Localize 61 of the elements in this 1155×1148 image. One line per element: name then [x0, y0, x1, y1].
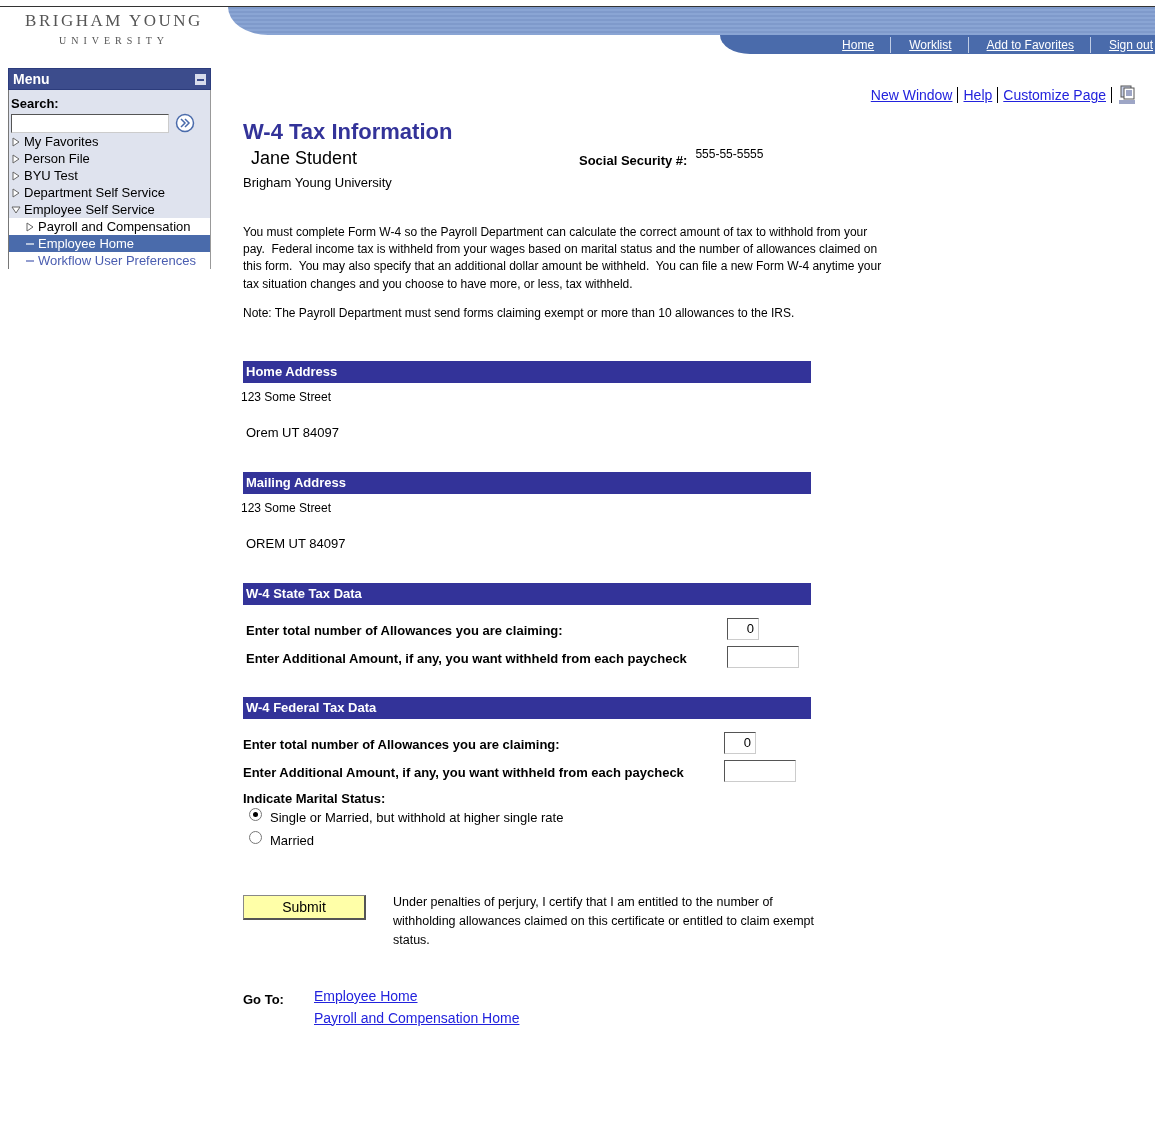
university-logo: BRIGHAM YOUNG UNIVERSITY: [24, 10, 204, 48]
submit-button[interactable]: Submit: [243, 894, 366, 920]
input-field[interactable]: 0: [724, 731, 756, 754]
field-label: Indicate Marital Status:: [243, 790, 387, 806]
section-header: Mailing Address: [243, 471, 811, 494]
radio-label: Married: [270, 832, 315, 848]
menu-item[interactable]: BYU Test: [9, 167, 210, 184]
menu-item[interactable]: Department Self Service: [9, 184, 210, 201]
menu-item[interactable]: Employee Home: [9, 235, 210, 252]
intro-paragraph: You must complete Form W-4 so the Payroll Department can calculate the correct amount of tax to withhold from your pay. Federal income tax is withheld from your wages based on marital status and the number of allowances claimed on this form. You may also specify that an additional dollar amount be withheld. You can file a new Form W-4 anytime your tax situation changes and you choose to have more, or less, tax withheld.: [243, 224, 883, 293]
address-line: Orem UT 84097: [246, 424, 340, 440]
page-link[interactable]: Customize Page: [1003, 87, 1106, 103]
section-header: Home Address: [243, 360, 811, 383]
goto-label: Go To:: [243, 990, 285, 1009]
ssn-value: 555-55-5555: [695, 147, 764, 161]
nav-link[interactable]: Add to Favorites: [967, 36, 1076, 53]
triangle-right-icon[interactable]: [11, 136, 21, 147]
nav-link[interactable]: Sign out: [1089, 36, 1155, 53]
menu-item[interactable]: Employee Self Service: [9, 201, 210, 218]
search-label: Search:: [10, 95, 60, 113]
search-field[interactable]: [11, 113, 169, 133]
triangle-right-icon[interactable]: [11, 170, 21, 181]
page-link[interactable]: New Window: [870, 87, 953, 103]
collapse-icon[interactable]: [195, 73, 206, 85]
note-paragraph: Note: The Payroll Department must send forms claiming exempt or more than 10 allowances to the IRS.: [243, 304, 796, 322]
employee-name: Jane Student: [250, 147, 359, 169]
radio-label: Single or Married, but withhold at higher single rate: [270, 809, 564, 825]
address-line: OREM UT 84097: [246, 535, 347, 551]
nav-link[interactable]: Worklist: [890, 36, 954, 53]
goto-link[interactable]: Payroll and Compensation Home: [314, 1009, 520, 1026]
section-header: W-4 State Tax Data: [243, 582, 811, 605]
input-field[interactable]: 0: [727, 617, 759, 640]
input-field[interactable]: [724, 759, 796, 782]
page-title: W-4 Tax Information: [243, 119, 454, 146]
menu-item[interactable]: Payroll and Compensation: [9, 218, 210, 235]
field-label: Enter Additional Amount, if any, you want withheld from each paycheck: [246, 650, 688, 667]
address-line: 123 Some Street: [241, 389, 333, 404]
menu-item[interactable]: My Favorites: [9, 133, 210, 150]
field-label: Enter total number of Allowances you are claiming:: [246, 622, 564, 639]
menu-title: Menu: [13, 71, 50, 87]
triangle-right-icon[interactable]: [25, 221, 35, 232]
section-header: W-4 Federal Tax Data: [243, 696, 811, 719]
ssn-label: Social Security #:: [579, 152, 688, 168]
field-label: Enter Additional Amount, if any, you want withheld from each paycheck: [243, 764, 685, 781]
triangle-right-icon[interactable]: [11, 153, 21, 164]
address-line: 123 Some Street: [241, 500, 333, 515]
field-label: Enter total number of Allowances you are claiming:: [243, 736, 561, 753]
page-link[interactable]: Help: [963, 87, 993, 103]
document-link-icon[interactable]: [1117, 85, 1137, 105]
radio-button[interactable]: [249, 807, 262, 821]
input-field[interactable]: [727, 645, 799, 668]
triangle-down-icon[interactable]: [11, 204, 21, 215]
menu-item[interactable]: Workflow User Preferences: [9, 252, 210, 269]
menu-item[interactable]: Person File: [9, 150, 210, 167]
radio-button[interactable]: [249, 830, 262, 844]
organization-name: Brigham Young University: [243, 175, 393, 190]
nav-link[interactable]: Home: [826, 36, 877, 53]
goto-link[interactable]: Employee Home: [314, 987, 418, 1004]
certification-text: Under penalties of perjury, I certify that I am entitled to the number of withholding allowances claimed on this certificate or entitled to claim exempt status.: [393, 893, 816, 949]
triangle-right-icon[interactable]: [11, 187, 21, 198]
go-icon[interactable]: [175, 113, 195, 133]
